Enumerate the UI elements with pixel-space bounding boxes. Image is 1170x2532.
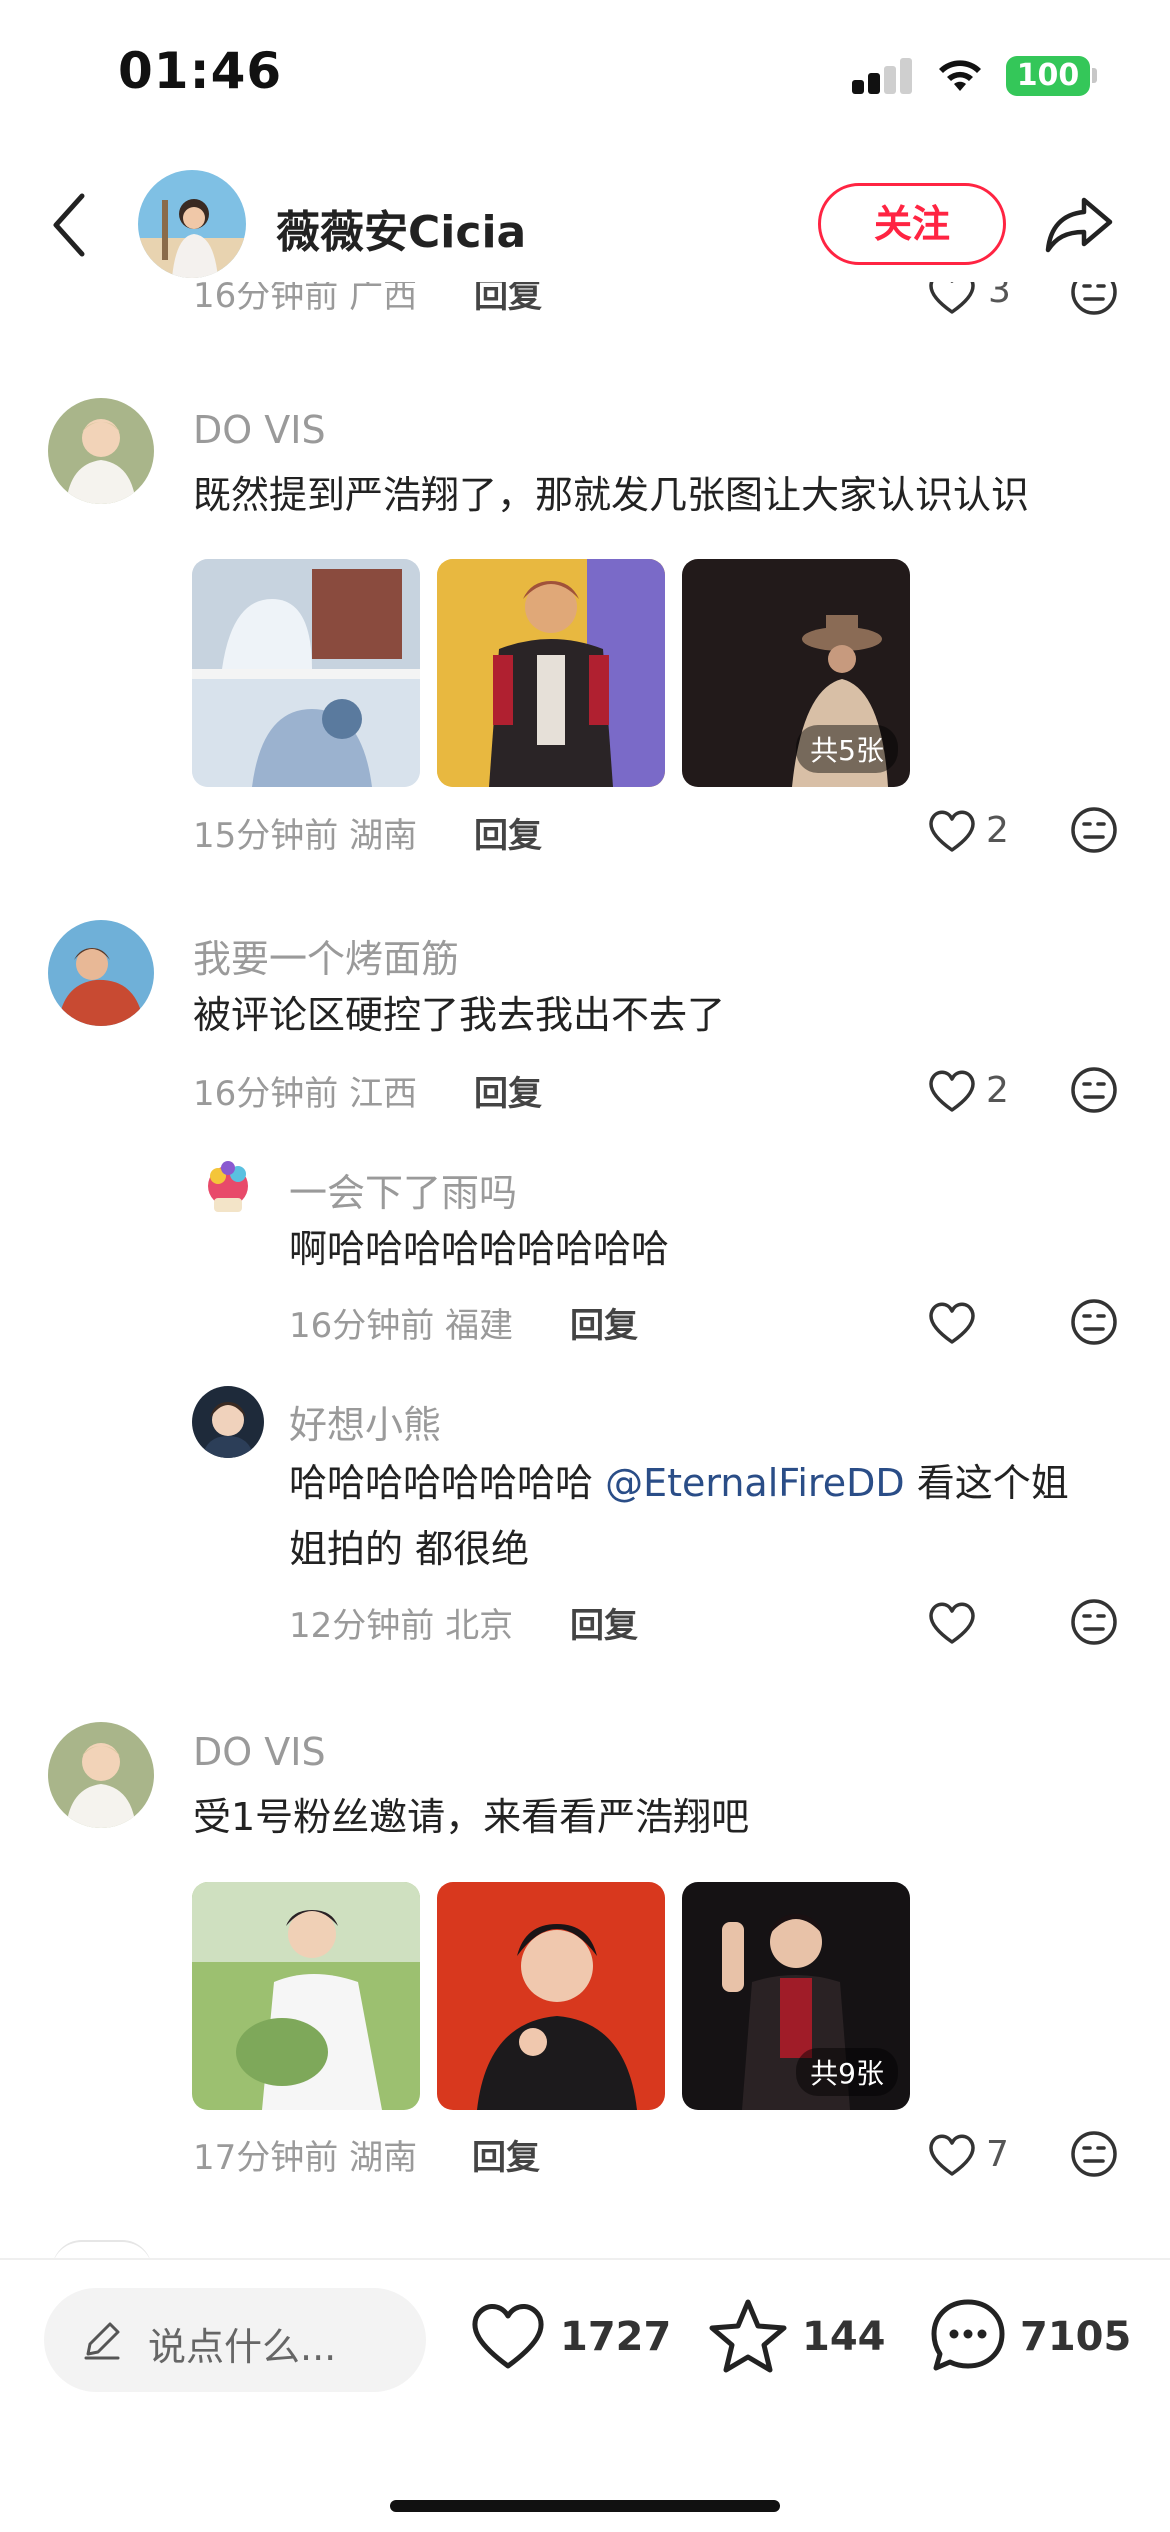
comment-image[interactable] [192,1882,420,2110]
emoji-icon[interactable] [1070,806,1118,854]
commenter-avatar[interactable] [48,920,154,1026]
like-count: 7 [986,2134,1009,2175]
user-mention-link[interactable]: @EternalFireDD [605,1461,905,1505]
like-count: 2 [986,810,1009,851]
cellular-signal-icon [852,58,912,94]
battery-tip [1092,68,1097,83]
reply-button[interactable]: 回复 [474,282,542,317]
follow-button[interactable]: 关注 [818,183,1006,265]
reply-meta: 16分钟前 福建 [289,1306,514,1346]
heart-icon[interactable] [926,2132,978,2178]
reply-button[interactable]: 回复 [472,2130,540,2179]
heart-icon[interactable] [926,1600,978,1646]
commenter-avatar[interactable] [48,1722,154,1828]
heart-icon[interactable] [926,1068,978,1114]
reply-meta: 12分钟前 北京 [289,1606,514,1646]
like-heart-icon[interactable] [468,2300,548,2372]
favorite-count: 144 [802,2314,886,2360]
comment-meta: 16分钟前 广西 [193,282,418,316]
comment-image[interactable] [437,559,665,787]
reply-avatar[interactable] [192,1386,264,1458]
comment-bubble-icon[interactable] [928,2296,1008,2376]
pencil-icon [84,2322,120,2360]
back-arrow-icon[interactable] [50,192,90,258]
emoji-icon[interactable] [1070,282,1118,316]
heart-icon[interactable] [926,808,978,854]
star-icon[interactable] [708,2298,788,2374]
comment-meta: 17分钟前 湖南 [193,2138,418,2178]
image-count-badge: 共9张 [796,2048,898,2096]
emoji-icon[interactable] [1070,1066,1118,1114]
comment-input-placeholder[interactable]: 说点什么... [148,2316,336,2371]
reply-button[interactable]: 回复 [570,1598,638,1647]
comment-meta: 16分钟前 江西 [193,1074,418,1114]
author-avatar[interactable] [138,170,246,278]
reply-text-part: 看这个姐 [916,1461,1069,1505]
reply-button[interactable]: 回复 [474,1066,542,1115]
reply-text: 哈哈哈哈哈哈哈哈 @EternalFireDD 看这个姐 [289,1450,1129,1516]
like-count: 3 [988,282,1011,311]
like-count-total: 1727 [560,2314,672,2360]
comment-meta: 15分钟前 湖南 [193,816,418,856]
emoji-icon[interactable] [1070,1598,1118,1646]
heart-icon[interactable] [926,282,978,316]
reply-username[interactable]: 一会下了雨吗 [289,1162,517,1217]
wifi-icon [939,60,981,91]
comment-username[interactable]: DO VIS [193,1730,326,1774]
emoji-icon[interactable] [1070,2130,1118,2178]
heart-icon[interactable] [926,1300,978,1346]
comment-image[interactable]: 共5张 [682,559,910,787]
reply-button[interactable]: 回复 [570,1298,638,1347]
status-time: 01:46 [118,42,283,100]
comment-username[interactable]: DO VIS [193,408,326,452]
reply-username[interactable]: 好想小熊 [289,1394,441,1449]
comment-image[interactable]: 共9张 [682,1882,910,2110]
reply-button[interactable]: 回复 [474,808,542,857]
image-count-badge: 共5张 [796,725,898,773]
home-indicator[interactable] [390,2500,780,2512]
like-count: 2 [986,1070,1009,1111]
author-name[interactable]: 薇薇安Cicia [276,196,526,260]
comment-image[interactable] [437,1882,665,2110]
emoji-icon[interactable] [1070,1298,1118,1346]
reply-text-part: 哈哈哈哈哈哈哈哈 [289,1461,594,1505]
comment-count-total: 7105 [1020,2314,1132,2360]
commenter-avatar[interactable] [48,398,154,504]
share-icon[interactable] [1044,194,1114,254]
comment-text: 受1号粉丝邀请，来看看严浩翔吧 [193,1795,750,1839]
reply-text: 啊哈哈哈哈哈哈哈哈哈 [289,1227,670,1271]
reply-avatar[interactable] [192,1152,264,1224]
comment-username[interactable]: 我要一个烤面筋 [193,928,459,983]
comment-image[interactable] [192,559,420,787]
battery-icon: 100 [1006,56,1090,96]
reply-text-line2: 姐拍的 都很绝 [289,1527,530,1571]
partial-comment-footer: 16分钟前 广西 回复 3 [0,282,1170,334]
comment-text: 被评论区硬控了我去我出不去了 [193,993,726,1037]
comment-text: 既然提到严浩翔了，那就发几张图让大家认识认识 [193,473,1030,517]
